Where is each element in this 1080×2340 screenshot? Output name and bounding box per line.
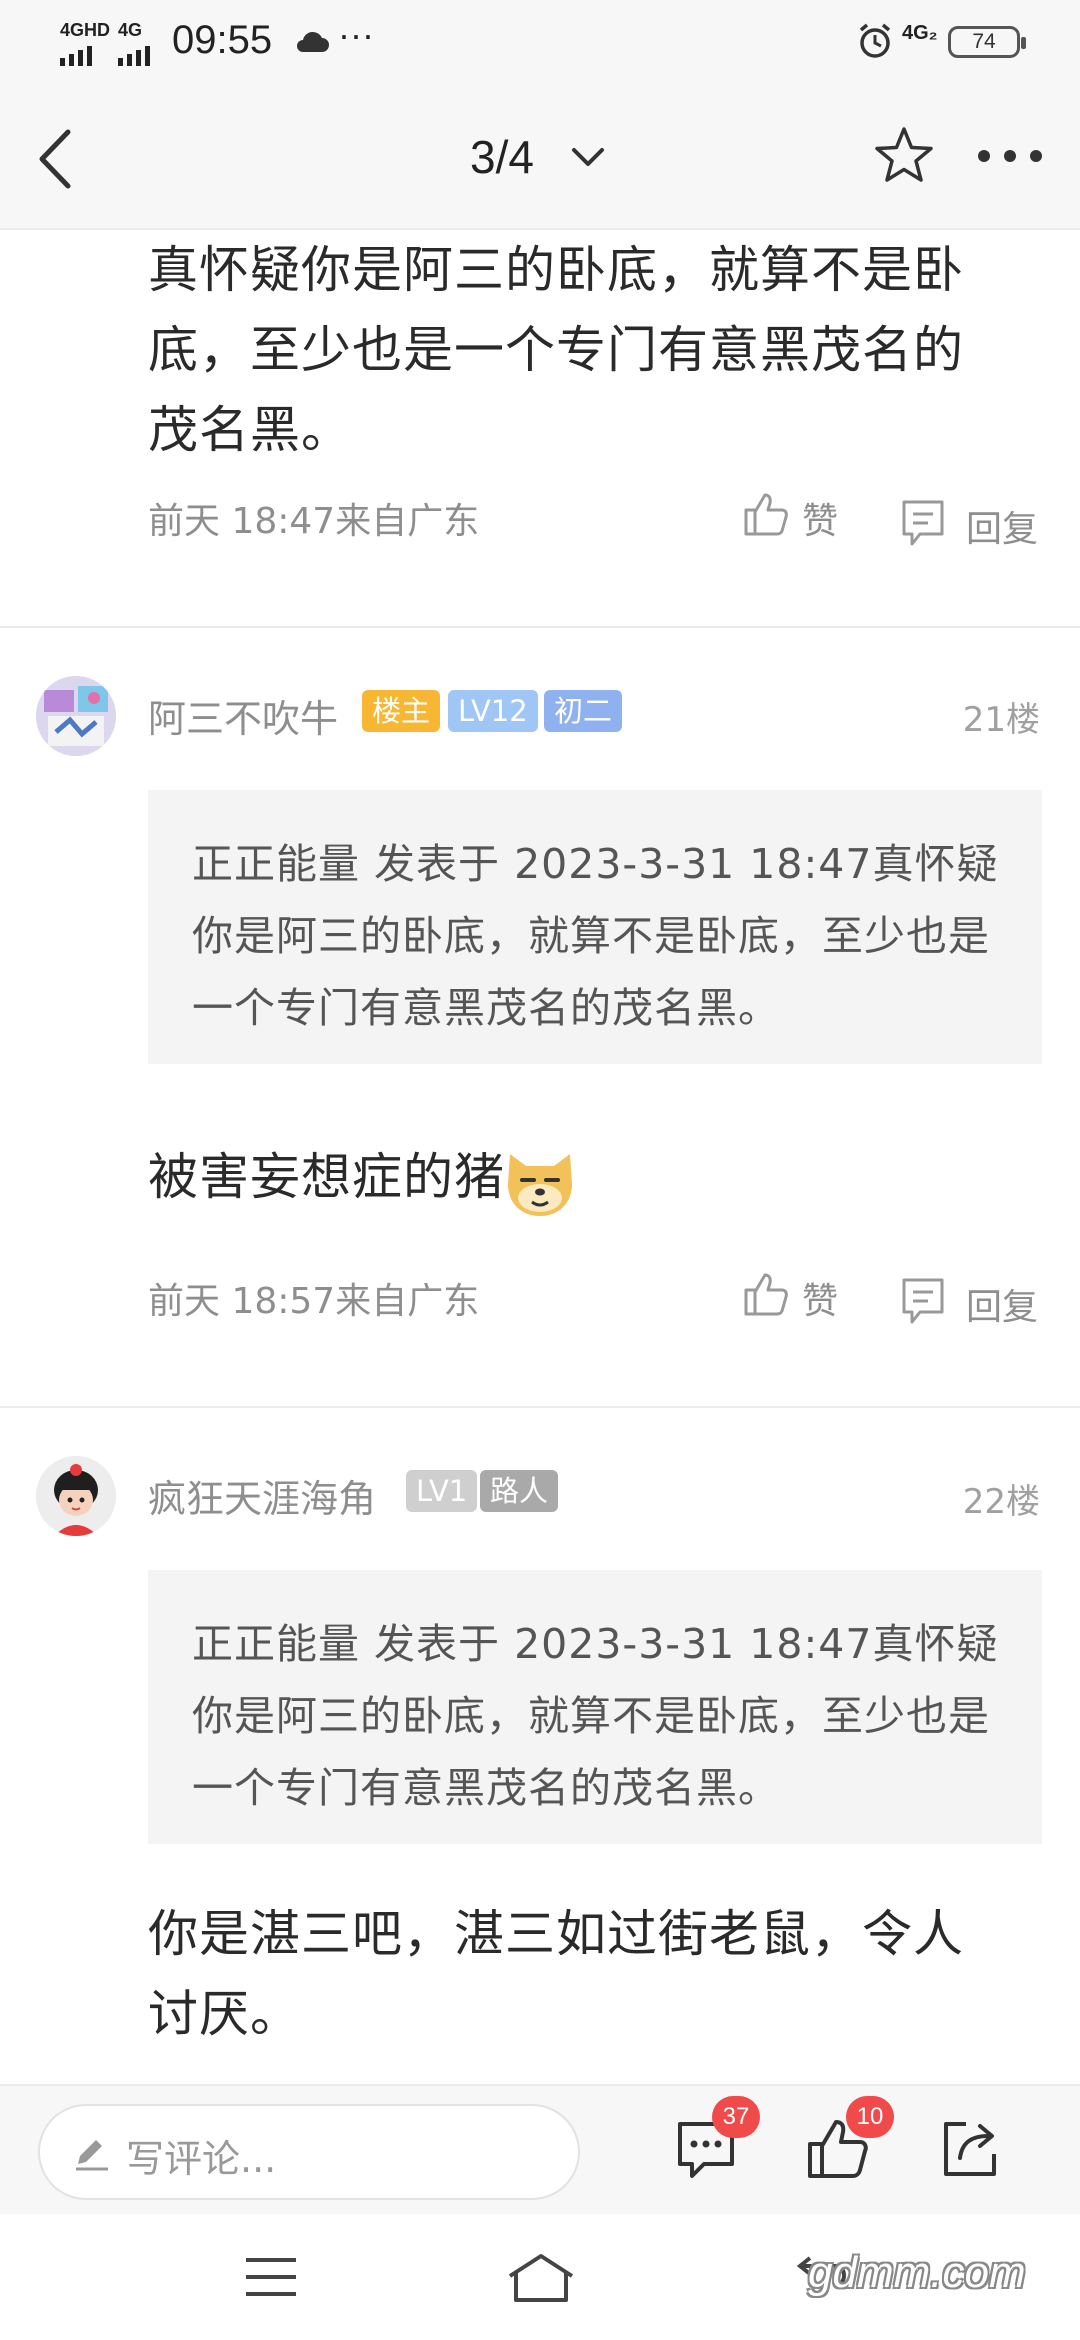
back-icon[interactable] <box>30 124 80 194</box>
battery-level: 74 <box>972 30 996 53</box>
floor-number: 22楼 <box>962 1482 1040 1522</box>
badge-level: LV12 <box>448 690 538 732</box>
avatar[interactable] <box>36 676 116 756</box>
reply-button[interactable]: 回复 <box>966 500 1038 552</box>
badge-role: 路人 <box>480 1470 559 1512</box>
reply-icon[interactable] <box>898 498 948 550</box>
watermark: gdmm.com <box>808 2248 1026 2297</box>
divider <box>0 626 1080 628</box>
cloud-icon <box>297 31 329 52</box>
clock: 09:55 <box>172 18 273 62</box>
post-meta: 前天 18:47来自广东 <box>148 501 480 542</box>
like-icon[interactable] <box>742 1270 790 1318</box>
divider <box>0 1406 1080 1408</box>
page-indicator[interactable]: 3/4 <box>470 130 534 184</box>
more-options-icon[interactable] <box>974 146 1046 166</box>
signal-icon-2 <box>118 44 150 66</box>
like-count-badge: 10 <box>846 2096 894 2138</box>
network-label-4g: 4G <box>118 20 143 40</box>
badge-level: LV1 <box>406 1470 478 1512</box>
reply-icon[interactable] <box>898 1276 948 1328</box>
pencil-icon <box>76 2140 108 2171</box>
menu-icon[interactable] <box>244 2256 298 2298</box>
quote-text: 正正能量 发表于 2023-3-31 18:47真怀疑你是阿三的卧底，就算不是卧… <box>192 840 999 1032</box>
comment-count-badge: 37 <box>712 2096 760 2138</box>
quote-block: 正正能量 发表于 2023-3-31 18:47真怀疑你是阿三的卧底，就算不是卧… <box>148 790 1042 1064</box>
more-notifications: ··· <box>338 14 374 55</box>
star-favorite-icon[interactable] <box>872 124 936 188</box>
comment-placeholder: 写评论... <box>126 2137 277 2181</box>
quote-text: 正正能量 发表于 2023-3-31 18:47真怀疑你是阿三的卧底，就算不是卧… <box>192 1620 999 1812</box>
like-button[interactable]: 赞 <box>802 492 838 544</box>
username[interactable]: 阿三不吹牛 <box>148 688 338 743</box>
username[interactable]: 疯狂天涯海角 <box>148 1468 376 1523</box>
network-label-4ghd: 4GHD <box>60 20 111 40</box>
top-nav-bar: 3/4 <box>0 84 1080 230</box>
alarm-icon <box>859 23 891 58</box>
bottom-action-bar: 写评论... 37 10 <box>0 2084 1080 2214</box>
status-bar: 4GHD 4G 09:55 ··· 4G₂ 74 <box>0 0 1080 84</box>
battery-icon: 74 <box>948 26 1026 58</box>
signal-icon <box>60 44 92 66</box>
post-body-text: 真怀疑你是阿三的卧底，就算不是卧底，至少也是一个专门有意黑茂名的茂名黑。 <box>148 241 964 459</box>
comment-input[interactable]: 写评论... <box>38 2104 580 2200</box>
post-body-text-22: 你是湛三吧，湛三如过街老鼠，令人讨厌。 <box>148 1905 964 2043</box>
floor-number: 21楼 <box>962 700 1040 740</box>
post-text: 被害妄想症的猪 <box>148 1148 505 1206</box>
home-icon[interactable] <box>506 2252 576 2304</box>
avatar[interactable] <box>36 1456 116 1536</box>
like-button[interactable]: 赞 <box>802 1272 838 1324</box>
post-meta: 前天 18:57来自广东 <box>148 1281 480 1322</box>
doge-emoji-icon <box>508 1154 572 1216</box>
post-body-text-21: 被害妄想症的猪 <box>148 1137 1028 1217</box>
quote-block: 正正能量 发表于 2023-3-31 18:47真怀疑你是阿三的卧底，就算不是卧… <box>148 1570 1042 1844</box>
like-icon[interactable] <box>742 490 790 538</box>
reply-button[interactable]: 回复 <box>966 1278 1038 1330</box>
chevron-down-icon[interactable] <box>570 146 606 170</box>
badge-grade: 初二 <box>544 690 623 732</box>
network-label-sim2: 4G₂ <box>902 22 938 44</box>
badge-owner: 楼主 <box>362 690 441 732</box>
share-icon[interactable] <box>938 2118 1000 2180</box>
